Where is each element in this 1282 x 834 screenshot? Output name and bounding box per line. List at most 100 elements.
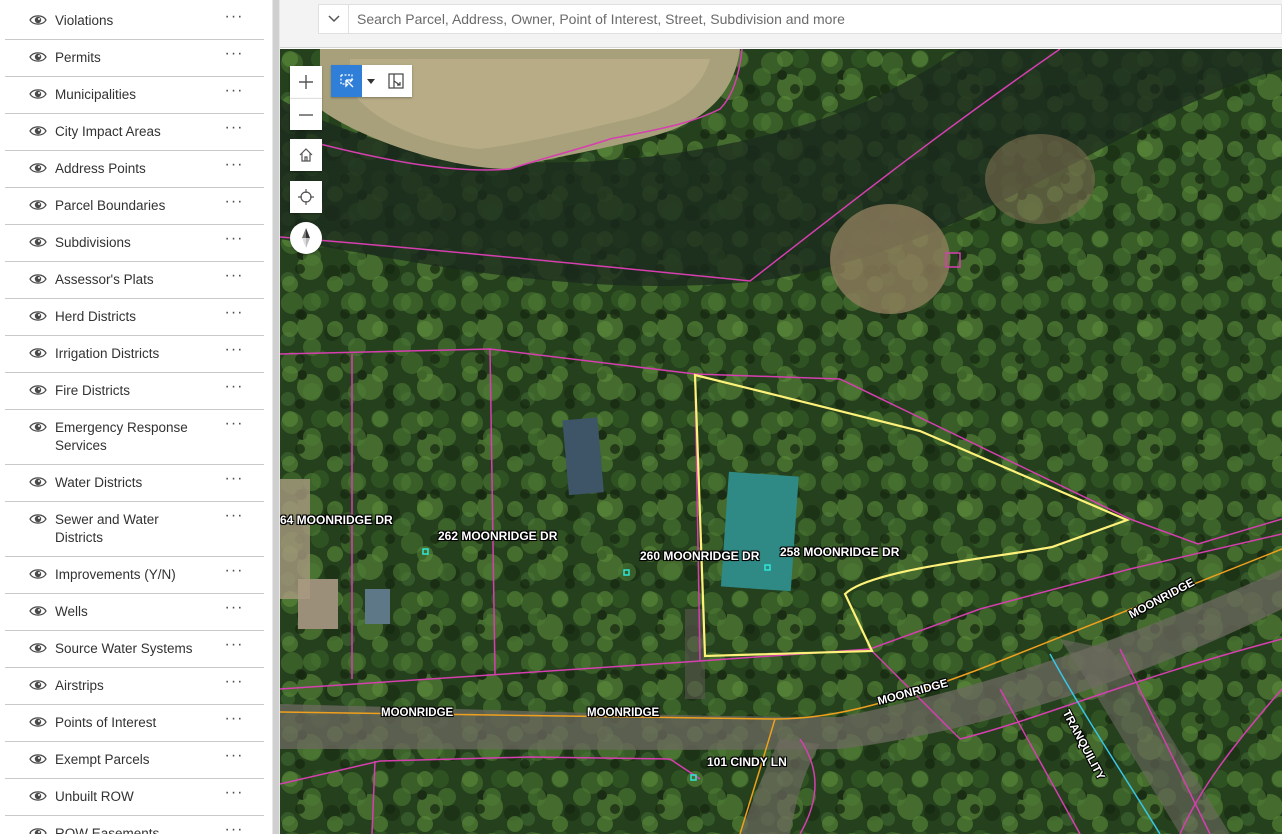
visibility-eye-icon[interactable] xyxy=(29,235,47,249)
layer-label: City Impact Areas xyxy=(55,124,161,139)
visibility-eye-icon[interactable] xyxy=(29,309,47,323)
layer-row-wells[interactable]: Wells ··· xyxy=(5,594,264,631)
visibility-eye-icon[interactable] xyxy=(29,13,47,27)
layer-options-icon[interactable]: ··· xyxy=(224,157,244,177)
caret-down-icon xyxy=(367,78,375,84)
visibility-eye-icon[interactable] xyxy=(29,826,47,834)
layer-options-icon[interactable]: ··· xyxy=(224,194,244,214)
layer-label: Fire Districts xyxy=(55,383,130,398)
layer-row-violations[interactable]: Violations ··· xyxy=(5,3,264,40)
layer-row-subdivisions[interactable]: Subdivisions ··· xyxy=(5,225,264,262)
home-button[interactable] xyxy=(290,139,322,171)
visibility-eye-icon[interactable] xyxy=(29,678,47,692)
layer-options-icon[interactable]: ··· xyxy=(224,637,244,657)
layer-options-icon[interactable]: ··· xyxy=(224,508,244,528)
visibility-eye-icon[interactable] xyxy=(29,641,47,655)
visibility-eye-icon[interactable] xyxy=(29,567,47,581)
search-source-dropdown[interactable] xyxy=(319,5,349,33)
visibility-eye-icon[interactable] xyxy=(29,475,47,489)
sidebar-scrollbar[interactable] xyxy=(272,0,280,834)
layer-row-emergency-response-services[interactable]: Emergency Response Services ··· xyxy=(5,410,264,465)
select-icon xyxy=(339,74,354,88)
layer-list: Violations ··· Permits ··· Municipalitie… xyxy=(5,3,264,834)
layer-label: Permits xyxy=(55,50,101,65)
layer-label: Sewer and Water Districts xyxy=(55,512,159,545)
visibility-eye-icon[interactable] xyxy=(29,512,47,526)
select-toolbar xyxy=(331,65,412,97)
visibility-eye-icon[interactable] xyxy=(29,272,47,286)
visibility-eye-icon[interactable] xyxy=(29,715,47,729)
visibility-eye-icon[interactable] xyxy=(29,604,47,618)
visibility-eye-icon[interactable] xyxy=(29,50,47,64)
layer-row-improvements-y-n[interactable]: Improvements (Y/N) ··· xyxy=(5,557,264,594)
layer-options-icon[interactable]: ··· xyxy=(224,471,244,491)
zoom-in-button[interactable] xyxy=(290,66,322,98)
locate-icon xyxy=(298,189,314,205)
layer-row-airstrips[interactable]: Airstrips ··· xyxy=(5,668,264,705)
layer-options-icon[interactable]: ··· xyxy=(224,83,244,103)
compass-button[interactable] xyxy=(290,222,322,254)
layer-row-municipalities[interactable]: Municipalities ··· xyxy=(5,77,264,114)
select-by-shape-icon xyxy=(388,73,404,89)
layer-row-city-impact-areas[interactable]: City Impact Areas ··· xyxy=(5,114,264,151)
zoom-out-button[interactable] xyxy=(290,98,322,130)
layer-options-icon[interactable]: ··· xyxy=(224,563,244,583)
layer-options-icon[interactable]: ··· xyxy=(224,711,244,731)
layer-label: Assessor's Plats xyxy=(55,272,154,287)
layer-options-icon[interactable]: ··· xyxy=(224,46,244,66)
layer-options-icon[interactable]: ··· xyxy=(224,600,244,620)
layer-label: Wells xyxy=(55,604,88,619)
layer-row-parcel-boundaries[interactable]: Parcel Boundaries ··· xyxy=(5,188,264,225)
layer-row-fire-districts[interactable]: Fire Districts ··· xyxy=(5,373,264,410)
layer-label: Water Districts xyxy=(55,475,143,490)
layer-options-icon[interactable]: ··· xyxy=(224,674,244,694)
layer-row-exempt-parcels[interactable]: Exempt Parcels ··· xyxy=(5,742,264,779)
layer-options-icon[interactable]: ··· xyxy=(224,342,244,362)
layer-row-source-water-systems[interactable]: Source Water Systems ··· xyxy=(5,631,264,668)
visibility-eye-icon[interactable] xyxy=(29,124,47,138)
layer-label: ROW Easements xyxy=(55,826,160,834)
layer-row-sewer-and-water-districts[interactable]: Sewer and Water Districts ··· xyxy=(5,502,264,557)
visibility-eye-icon[interactable] xyxy=(29,383,47,397)
layer-row-points-of-interest[interactable]: Points of Interest ··· xyxy=(5,705,264,742)
layer-label: Source Water Systems xyxy=(55,641,193,656)
layer-row-permits[interactable]: Permits ··· xyxy=(5,40,264,77)
layer-label: Unbuilt ROW xyxy=(55,789,134,804)
search-box xyxy=(318,4,1282,34)
layer-row-water-districts[interactable]: Water Districts ··· xyxy=(5,465,264,502)
visibility-eye-icon[interactable] xyxy=(29,346,47,360)
visibility-eye-icon[interactable] xyxy=(29,420,47,434)
layer-options-icon[interactable]: ··· xyxy=(224,9,244,29)
visibility-eye-icon[interactable] xyxy=(29,161,47,175)
layer-options-icon[interactable]: ··· xyxy=(224,268,244,288)
visibility-eye-icon[interactable] xyxy=(29,87,47,101)
search-input[interactable] xyxy=(349,5,1281,33)
layer-row-irrigation-districts[interactable]: Irrigation Districts ··· xyxy=(5,336,264,373)
layer-row-row-easements[interactable]: ROW Easements ··· xyxy=(5,816,264,834)
layer-options-icon[interactable]: ··· xyxy=(224,416,244,436)
layer-row-herd-districts[interactable]: Herd Districts ··· xyxy=(5,299,264,336)
layer-options-icon[interactable]: ··· xyxy=(224,120,244,140)
layer-row-assessor-s-plats[interactable]: Assessor's Plats ··· xyxy=(5,262,264,299)
sidebar-scrollbar-thumb[interactable] xyxy=(273,0,279,834)
layer-options-icon[interactable]: ··· xyxy=(224,379,244,399)
layer-label: Airstrips xyxy=(55,678,104,693)
layer-options-icon[interactable]: ··· xyxy=(224,231,244,251)
select-options-dropdown[interactable] xyxy=(362,65,380,97)
locate-button[interactable] xyxy=(290,181,322,213)
layer-options-icon[interactable]: ··· xyxy=(224,822,244,834)
layer-label: Points of Interest xyxy=(55,715,157,730)
home-icon xyxy=(299,148,313,162)
visibility-eye-icon[interactable] xyxy=(29,789,47,803)
layer-options-icon[interactable]: ··· xyxy=(224,748,244,768)
visibility-eye-icon[interactable] xyxy=(29,198,47,212)
layer-row-unbuilt-row[interactable]: Unbuilt ROW ··· xyxy=(5,779,264,816)
visibility-eye-icon[interactable] xyxy=(29,752,47,766)
road-label-moonridge: MOONRIDGE xyxy=(587,707,660,719)
select-button[interactable] xyxy=(331,65,362,97)
layer-list-panel: Violations ··· Permits ··· Municipalitie… xyxy=(0,0,272,834)
layer-options-icon[interactable]: ··· xyxy=(224,785,244,805)
select-by-shape-button[interactable] xyxy=(380,65,412,97)
layer-options-icon[interactable]: ··· xyxy=(224,305,244,325)
layer-row-address-points[interactable]: Address Points ··· xyxy=(5,151,264,188)
